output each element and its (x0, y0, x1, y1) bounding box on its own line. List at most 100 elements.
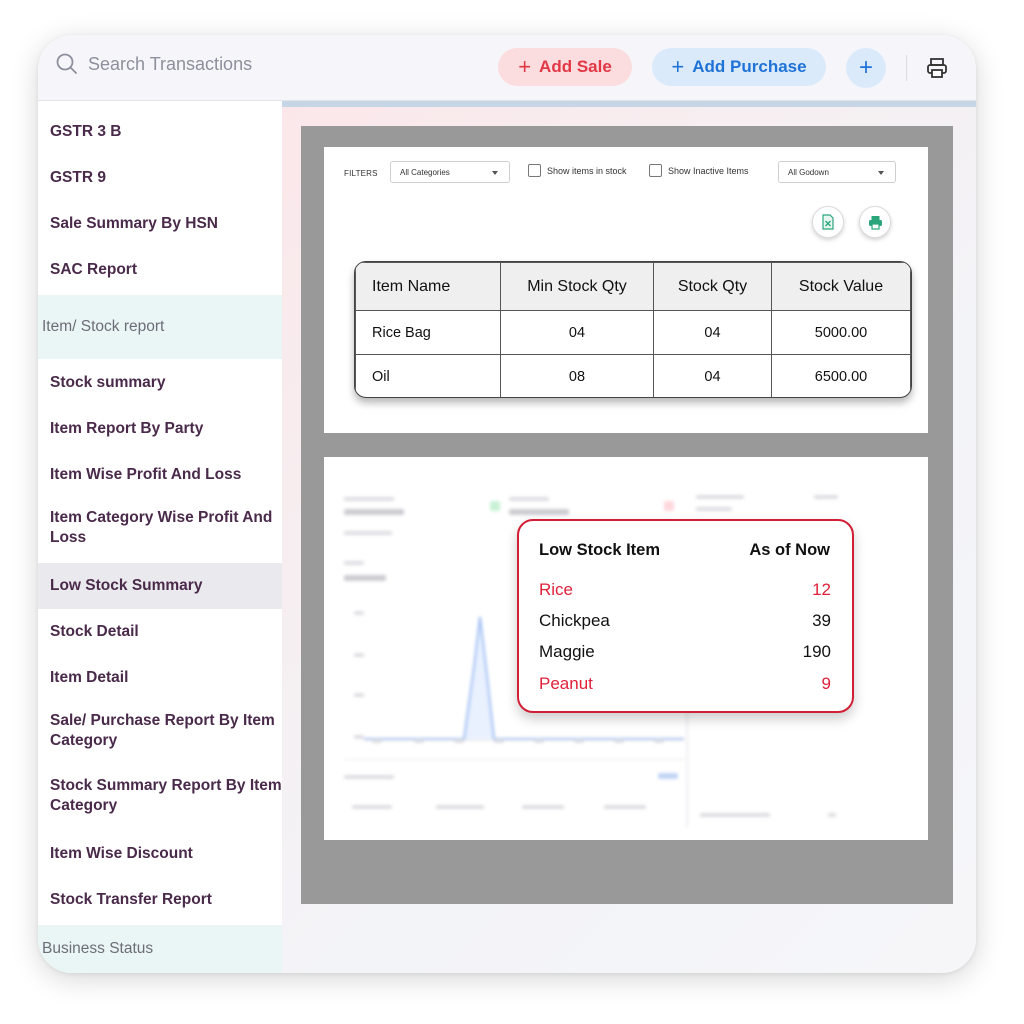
sidebar-item-item-detail[interactable]: Item Detail (38, 663, 282, 693)
add-sale-button[interactable]: + Add Sale (498, 48, 632, 86)
table-cell: 04 (653, 354, 772, 397)
sidebar-item-sale-summary-hsn[interactable]: Sale Summary By HSN (38, 209, 282, 239)
item-name: Chickpea (539, 611, 610, 630)
category-select[interactable]: All Categories (390, 161, 510, 183)
item-name: Peanut (539, 674, 593, 693)
item-name: Rice (539, 580, 574, 599)
divider (906, 55, 907, 81)
chevron-down-icon (492, 171, 498, 175)
sidebar-item-low-stock-summary[interactable]: Low Stock Summary (38, 563, 282, 609)
sidebar-section-item-stock[interactable]: Item/ Stock report (38, 295, 282, 359)
table-cell: 04 (500, 310, 654, 355)
chevron-down-icon (878, 171, 884, 175)
item-name: Maggie (539, 642, 595, 661)
sidebar-item-label: GSTR 3 B (50, 123, 122, 140)
godown-select[interactable]: All Godown (778, 161, 896, 183)
sidebar-item-stock-detail[interactable]: Stock Detail (38, 617, 282, 647)
checkbox-box[interactable] (528, 164, 541, 177)
divider (282, 101, 976, 107)
sidebar-item-label: Sale Summary By HSN (50, 215, 218, 232)
popup-as-of: As of Now (749, 541, 830, 559)
table-cell: 5000.00 (771, 310, 911, 355)
checkbox-label: Show Inactive Items (668, 165, 749, 176)
table-cell: Rice Bag (355, 310, 501, 355)
top-bar: Search Transactions + Add Sale + Add Pur… (38, 35, 976, 101)
sidebar-item-label: Item Detail (50, 669, 129, 686)
sidebar-item-label: Item Report By Party (50, 420, 204, 437)
sidebar-section-label: Business Status (42, 940, 154, 957)
print-icon (868, 215, 882, 230)
list-item: Peanut 9 (539, 674, 831, 694)
plus-icon: + (518, 54, 532, 79)
plus-icon: + (671, 54, 685, 79)
item-qty: 9 (821, 674, 831, 693)
list-item: Maggie 190 (539, 642, 831, 662)
sidebar-item-label: Stock Detail (50, 623, 139, 640)
list-item: Rice 12 (539, 580, 831, 600)
sidebar-item-label: Stock Transfer Report (50, 891, 212, 908)
sidebar-item-label: Item Category Wise Profit And Loss (50, 509, 273, 546)
column-header: Stock Value (771, 262, 911, 311)
add-more-button[interactable]: + (846, 48, 886, 88)
item-qty: 39 (812, 611, 831, 630)
show-inactive-checkbox[interactable]: Show Inactive Items (649, 164, 749, 177)
sidebar-item-sale-purchase-by-category[interactable]: Sale/ Purchase Report By Item Category (38, 709, 282, 753)
sidebar-item-label: GSTR 9 (50, 169, 106, 186)
sidebar-item-label: Item Wise Profit And Loss (50, 466, 242, 483)
popup-title: Low Stock Item (539, 541, 661, 559)
sidebar-item-item-wise-pl[interactable]: Item Wise Profit And Loss (38, 460, 282, 490)
search-bar[interactable]: Search Transactions (56, 53, 252, 75)
sidebar-section-business-status[interactable]: Business Status (38, 925, 282, 973)
item-qty: 12 (812, 580, 831, 599)
sidebar-item-label: Sale/ Purchase Report By Item Category (50, 712, 275, 749)
table-cell: 04 (653, 310, 772, 355)
item-qty: 190 (802, 642, 831, 661)
main-content: FILTERS All Categories Show items in sto… (282, 101, 976, 973)
category-select-value: All Categories (400, 167, 450, 177)
sidebar-item-label: Item Wise Discount (50, 845, 193, 862)
show-in-stock-checkbox[interactable]: Show items in stock (528, 164, 627, 177)
sidebar-item-category-wise-pl[interactable]: Item Category Wise Profit And Loss (38, 506, 282, 550)
excel-icon (822, 214, 834, 230)
stock-table: Item Name Min Stock Qty Stock Qty Stock … (354, 261, 912, 398)
search-icon (56, 53, 77, 74)
sidebar-item-stock-transfer-report[interactable]: Stock Transfer Report (38, 885, 282, 915)
godown-select-value: All Godown (788, 167, 829, 177)
sidebar-item-gstr-9[interactable]: GSTR 9 (38, 163, 282, 193)
filters-label: FILTERS (344, 169, 378, 178)
low-stock-popup: Low Stock Item As of Now Rice 12 Chickpe… (517, 519, 854, 713)
add-purchase-button[interactable]: + Add Purchase (652, 48, 826, 86)
sidebar-item-label: Stock Summary Report By Item Category (50, 777, 282, 814)
print-report-button[interactable] (859, 206, 891, 238)
table-header-row: Item Name Min Stock Qty Stock Qty Stock … (355, 262, 911, 311)
sidebar-item-stock-summary[interactable]: Stock summary (38, 368, 282, 398)
sidebar-item-label: Stock summary (50, 374, 166, 391)
sidebar-item-stock-summary-by-category[interactable]: Stock Summary Report By Item Category (38, 774, 282, 818)
column-header: Item Name (355, 262, 501, 311)
list-item: Chickpea 39 (539, 611, 831, 631)
sidebar-item-label: Low Stock Summary (50, 577, 203, 594)
add-sale-label: Add Sale (539, 57, 612, 76)
print-icon[interactable] (926, 57, 948, 79)
sidebar-section-label: Item/ Stock report (42, 318, 165, 335)
sidebar-item-gstr-3b[interactable]: GSTR 3 B (38, 117, 282, 147)
dashboard-preview-panel: Low Stock Item As of Now Rice 12 Chickpe… (324, 457, 928, 840)
plus-icon: + (858, 54, 873, 81)
app-window: Search Transactions + Add Sale + Add Pur… (38, 35, 976, 973)
column-header: Stock Qty (653, 262, 772, 311)
sidebar-item-sac-report[interactable]: SAC Report (38, 255, 282, 285)
sidebar: GSTR 3 B GSTR 9 Sale Summary By HSN SAC … (38, 101, 282, 973)
sidebar-item-item-wise-discount[interactable]: Item Wise Discount (38, 839, 282, 869)
table-cell: Oil (355, 354, 501, 397)
checkbox-box[interactable] (649, 164, 662, 177)
sidebar-item-label: SAC Report (50, 261, 137, 278)
sidebar-item-item-report-by-party[interactable]: Item Report By Party (38, 414, 282, 444)
checkbox-label: Show items in stock (547, 165, 627, 176)
table-cell: 08 (500, 354, 654, 397)
stock-report-panel: FILTERS All Categories Show items in sto… (324, 147, 928, 433)
search-input[interactable]: Search Transactions (88, 54, 252, 75)
add-purchase-label: Add Purchase (692, 57, 807, 76)
table-row[interactable]: Rice Bag 04 04 5000.00 (355, 310, 911, 355)
table-row[interactable]: Oil 08 04 6500.00 (355, 354, 911, 397)
excel-export-button[interactable] (812, 206, 844, 238)
